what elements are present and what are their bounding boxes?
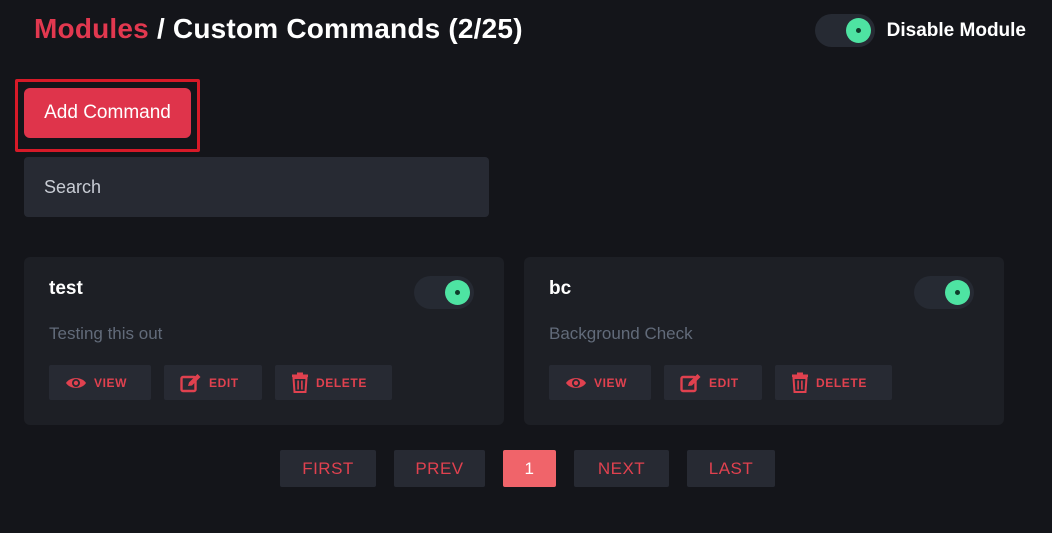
command-description: Testing this out bbox=[49, 324, 163, 343]
edit-button[interactable]: EDIT bbox=[164, 365, 262, 400]
view-label: VIEW bbox=[94, 375, 128, 390]
edit-icon bbox=[680, 373, 701, 392]
toggle-knob bbox=[445, 280, 470, 305]
page-title: Custom Commands (2/25) bbox=[172, 13, 523, 44]
command-card: test Testing this out VIEW EDIT DELETE bbox=[24, 257, 504, 425]
trash-icon bbox=[792, 372, 808, 393]
first-page-button[interactable]: FIRST bbox=[280, 450, 376, 487]
disable-module-label: Disable Module bbox=[886, 19, 1026, 41]
pagination: FIRST PREV 1 NEXT LAST bbox=[280, 450, 775, 487]
search-input[interactable] bbox=[44, 176, 489, 198]
command-description: Background Check bbox=[549, 324, 693, 343]
eye-icon bbox=[566, 377, 586, 388]
command-actions: VIEW EDIT DELETE bbox=[549, 365, 892, 400]
breadcrumb: Modules / Custom Commands (2/25) bbox=[34, 12, 523, 46]
delete-label: DELETE bbox=[816, 375, 867, 390]
trash-icon bbox=[292, 372, 308, 393]
eye-icon bbox=[66, 377, 86, 388]
toggle-knob bbox=[945, 280, 970, 305]
search-box bbox=[24, 157, 489, 217]
command-name: test bbox=[49, 278, 83, 299]
view-label: VIEW bbox=[594, 375, 628, 390]
disable-module-toggle[interactable] bbox=[814, 14, 875, 47]
view-button[interactable]: VIEW bbox=[549, 365, 651, 400]
edit-label: EDIT bbox=[709, 375, 739, 390]
toggle-knob bbox=[845, 18, 871, 43]
command-card: bc Background Check VIEW EDIT DELETE bbox=[524, 257, 1004, 425]
prev-page-button[interactable]: PREV bbox=[394, 450, 485, 487]
view-button[interactable]: VIEW bbox=[49, 365, 151, 400]
edit-icon bbox=[180, 373, 201, 392]
command-enabled-toggle[interactable] bbox=[414, 276, 474, 309]
last-page-button[interactable]: LAST bbox=[687, 450, 775, 487]
current-page-button[interactable]: 1 bbox=[503, 450, 556, 487]
delete-label: DELETE bbox=[316, 375, 367, 390]
command-name: bc bbox=[549, 278, 572, 299]
breadcrumb-modules-link[interactable]: Modules bbox=[34, 13, 149, 44]
command-actions: VIEW EDIT DELETE bbox=[49, 365, 392, 400]
next-page-button[interactable]: NEXT bbox=[574, 450, 669, 487]
command-enabled-toggle[interactable] bbox=[914, 276, 974, 309]
delete-button[interactable]: DELETE bbox=[775, 365, 892, 400]
edit-label: EDIT bbox=[209, 375, 239, 390]
breadcrumb-separator: / bbox=[148, 13, 173, 44]
edit-button[interactable]: EDIT bbox=[664, 365, 762, 400]
delete-button[interactable]: DELETE bbox=[275, 365, 392, 400]
add-command-button[interactable]: Add Command bbox=[24, 88, 191, 138]
disable-module-control: Disable Module bbox=[814, 14, 1026, 47]
